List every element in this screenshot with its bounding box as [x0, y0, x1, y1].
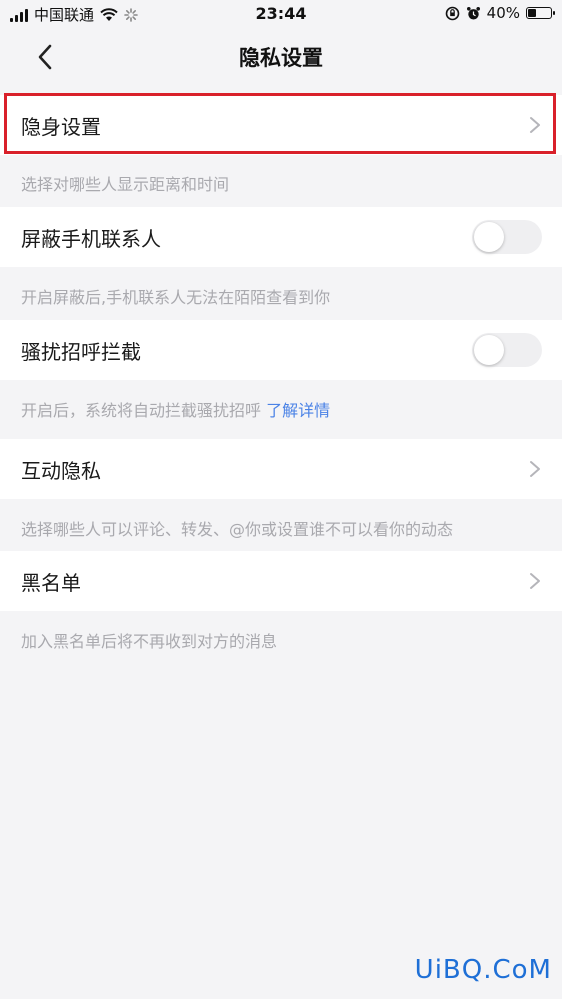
status-bar: 中国联通 23:44 40%	[0, 0, 562, 30]
page-title: 隐私设置	[239, 46, 323, 70]
orientation-lock-icon	[445, 6, 459, 20]
blacklist-row[interactable]: 黑名单	[0, 551, 562, 611]
blacklist-note: 加入黑名单后将不再收到对方的消息	[21, 632, 278, 651]
blacklist-label: 黑名单	[21, 571, 81, 595]
harass-block-note: 开启后，系统将自动拦截骚扰招呼 了解详情	[21, 397, 330, 421]
chevron-right-icon	[530, 573, 540, 589]
block-contacts-row: 屏蔽手机联系人	[0, 207, 562, 267]
harass-block-toggle[interactable]	[472, 333, 542, 367]
battery-fill	[528, 9, 536, 17]
interaction-privacy-note: 选择哪些人可以评论、转发、@你或设置谁不可以看你的动态	[21, 520, 454, 539]
battery-percent: 40%	[486, 4, 520, 22]
harass-block-label: 骚扰招呼拦截	[21, 340, 141, 364]
alarm-icon	[466, 6, 480, 19]
stealth-settings-note: 选择对哪些人显示距离和时间	[21, 175, 230, 194]
block-contacts-note: 开启屏蔽后,手机联系人无法在陌陌查看到你	[21, 288, 331, 307]
harass-block-row: 骚扰招呼拦截	[0, 320, 562, 380]
block-contacts-toggle[interactable]	[472, 220, 542, 254]
chevron-right-icon	[530, 117, 540, 133]
toggle-knob	[474, 335, 504, 365]
nav-bar: 隐私设置	[0, 30, 562, 84]
block-contacts-label: 屏蔽手机联系人	[21, 227, 161, 251]
harass-block-note-text: 开启后，系统将自动拦截骚扰招呼	[21, 401, 262, 420]
interaction-privacy-row[interactable]: 互动隐私	[0, 439, 562, 499]
status-right: 40%	[445, 4, 555, 22]
watermark: UiBQ.CoM	[414, 955, 552, 985]
battery-icon	[526, 7, 555, 19]
learn-more-link[interactable]: 了解详情	[266, 401, 330, 420]
stealth-settings-row[interactable]: 隐身设置	[0, 95, 562, 155]
chevron-right-icon	[530, 461, 540, 477]
interaction-privacy-label: 互动隐私	[21, 459, 101, 483]
stealth-settings-label: 隐身设置	[21, 115, 101, 139]
toggle-knob	[474, 222, 504, 252]
